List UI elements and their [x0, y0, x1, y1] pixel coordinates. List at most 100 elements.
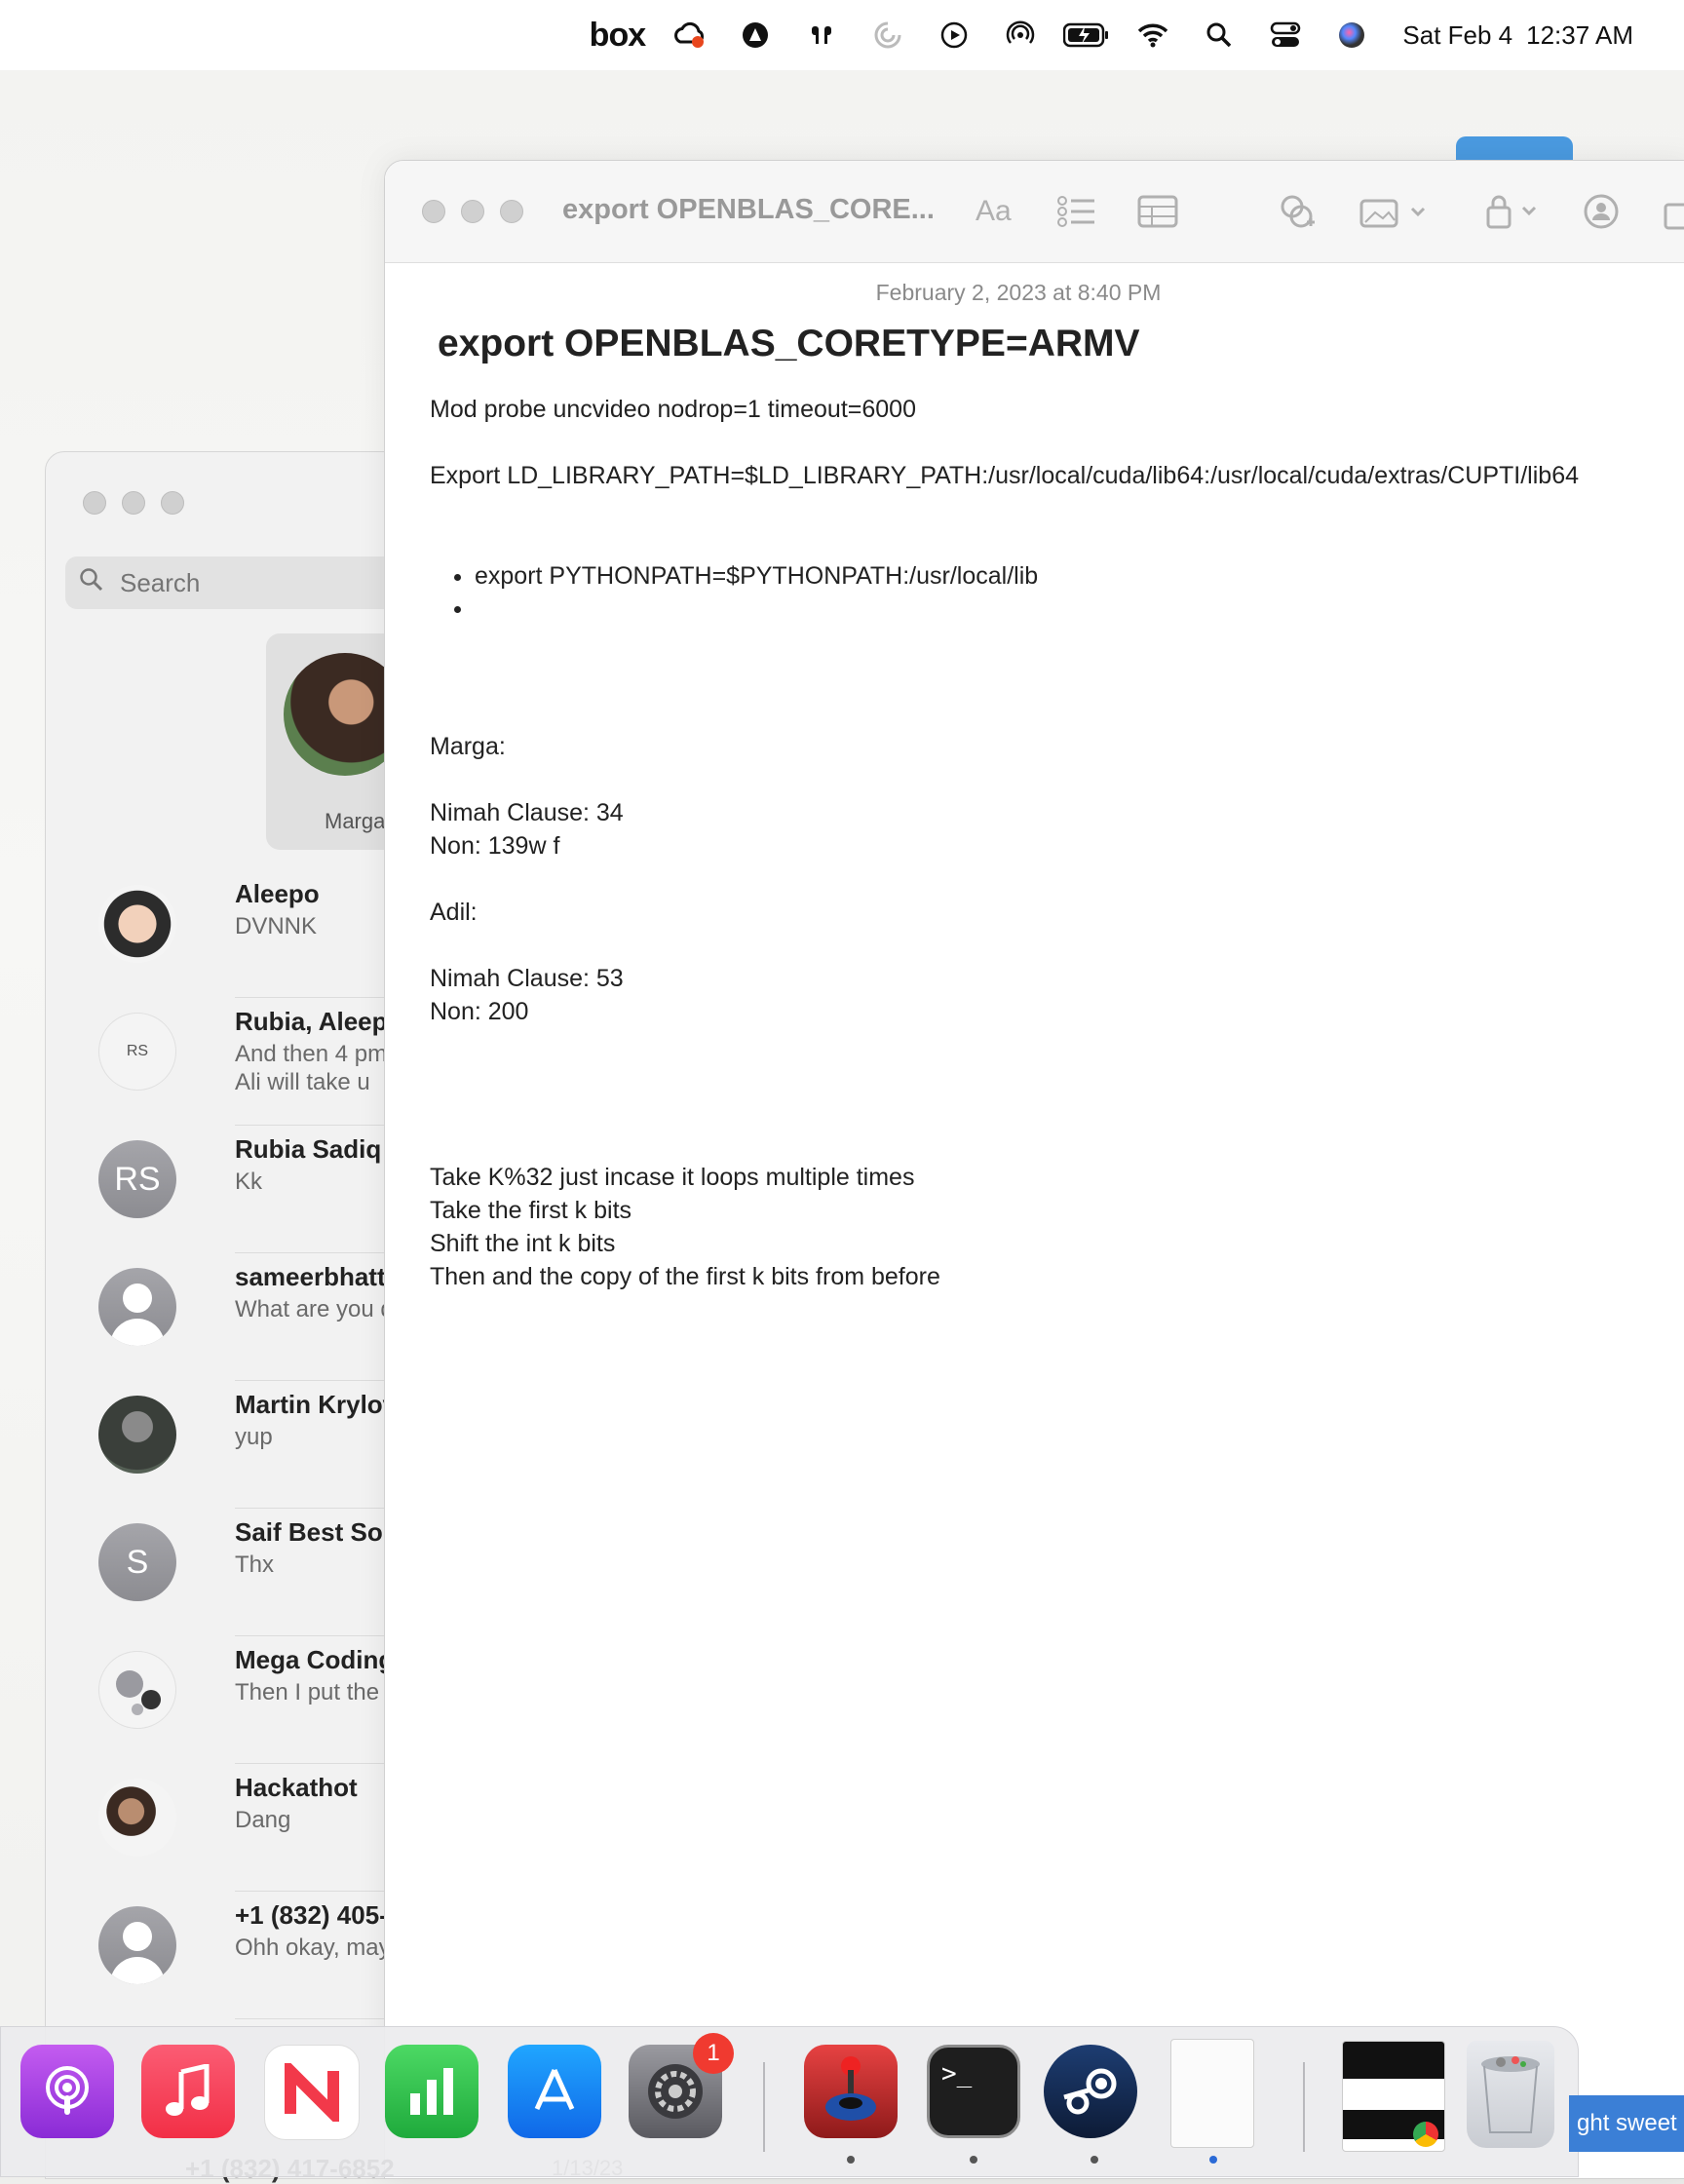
battery-icon[interactable]	[1053, 0, 1120, 70]
box-menu-item[interactable]: box	[578, 0, 656, 70]
format-text-button[interactable]: Aa	[976, 186, 1012, 237]
note-line: Take K%32 just incase it loops multiple …	[430, 1164, 915, 1191]
avatar: RS	[98, 1140, 176, 1218]
group-avatar-initials: RS	[126, 1043, 149, 1059]
siri-icon[interactable]	[1319, 0, 1385, 70]
note-line: Shift the int k bits	[430, 1230, 616, 1257]
note-heading: export OPENBLAS_CORETYPE=ARMV	[438, 323, 1140, 364]
music-app-icon[interactable]	[141, 2045, 235, 2138]
minimize-button[interactable]	[461, 200, 484, 223]
system-settings-icon[interactable]: 1	[629, 2033, 734, 2138]
media-icon[interactable]	[1359, 186, 1428, 237]
note-editor[interactable]: export OPENBLAS_CORETYPE=ARMV Mod probe …	[430, 317, 1658, 1293]
airpods-icon[interactable]	[788, 0, 855, 70]
dock-divider	[763, 2062, 765, 2152]
conversation-preview: Thx	[235, 1552, 275, 1578]
person-icon	[98, 1268, 176, 1346]
note-line: Marga:	[430, 733, 506, 760]
conversation-name: Martin Krylov	[235, 1390, 398, 1419]
menu-bar-clock[interactable]: Sat Feb 4 12:37 AM	[1402, 20, 1633, 51]
note-date: February 2, 2023 at 8:40 PM	[875, 280, 1162, 305]
control-center-icon[interactable]	[1252, 0, 1319, 70]
zoom-button[interactable]	[161, 491, 184, 515]
lock-icon[interactable]	[1484, 186, 1543, 237]
podcasts-app-icon[interactable]	[20, 2045, 114, 2138]
note-line: Export LD_LIBRARY_PATH=$LD_LIBRARY_PATH:…	[430, 462, 1580, 489]
sketch-icon[interactable]	[722, 0, 788, 70]
note-line: Then and the copy of the first k bits fr…	[430, 1263, 940, 1290]
airdrop-icon[interactable]	[987, 0, 1053, 70]
notes-toolbar: export OPENBLAS_CORE... Aa	[385, 161, 1684, 263]
play-icon[interactable]	[921, 0, 987, 70]
conversation-preview: yup	[235, 1424, 273, 1450]
loading-icon[interactable]	[855, 0, 921, 70]
group-avatar	[98, 1779, 176, 1857]
joystick-app-icon[interactable]	[804, 2045, 898, 2138]
conversation-name: Rubia Sadiq	[235, 1134, 382, 1164]
group-avatar	[98, 1651, 176, 1729]
wifi-icon[interactable]	[1120, 0, 1186, 70]
menu-bar-time: 12:37 AM	[1526, 19, 1633, 50]
search-icon	[65, 567, 118, 599]
table-icon[interactable]	[1137, 186, 1178, 237]
note-line: Adil:	[430, 899, 478, 926]
share-collaborate-icon[interactable]	[1582, 186, 1621, 237]
notes-window: export OPENBLAS_CORE... Aa February 2, 2…	[384, 160, 1684, 2179]
window-peek[interactable]: ght sweet	[1569, 2095, 1684, 2152]
numbers-app-icon[interactable]	[385, 2045, 478, 2138]
collaborate-link-icon[interactable]	[1278, 186, 1317, 237]
close-button[interactable]	[422, 200, 445, 223]
trash-icon[interactable]	[1467, 2041, 1554, 2148]
conversation-name: Hackathot	[235, 1773, 358, 1802]
app-store-icon[interactable]	[508, 2045, 601, 2138]
note-line: Nimah Clause: 34	[430, 799, 624, 826]
news-app-icon[interactable]	[264, 2045, 360, 2140]
note-line: Non: 139w f	[430, 832, 560, 860]
share-icon[interactable]	[1662, 186, 1684, 237]
spotlight-search-icon[interactable]	[1186, 0, 1252, 70]
person-icon	[98, 1906, 176, 1984]
notes-window-controls	[422, 200, 523, 223]
conversation-preview: Kk	[235, 1169, 263, 1195]
terminal-app-icon[interactable]: >_	[927, 2045, 1020, 2138]
bullet-list: export PYTHONPATH=$PYTHONPATH:/usr/local…	[430, 560, 1658, 625]
chrome-icon	[1413, 2122, 1438, 2147]
conversation-name: Saif Best Son	[235, 1517, 399, 1547]
bullet-item: export PYTHONPATH=$PYTHONPATH:/usr/local…	[475, 560, 1658, 593]
group-avatar: RS	[98, 1013, 176, 1091]
conversation-name: Aleepo	[235, 879, 320, 908]
dock: 1 >_	[0, 2026, 1579, 2177]
note-line: Nimah Clause: 53	[430, 965, 624, 992]
menu-bar-date: Sat Feb 4	[1402, 19, 1513, 50]
close-button[interactable]	[83, 491, 106, 515]
steam-app-icon[interactable]	[1044, 2045, 1137, 2138]
dock-divider	[1303, 2062, 1305, 2152]
chrome-window-thumbnail[interactable]	[1342, 2041, 1445, 2152]
running-indicator	[1209, 2156, 1217, 2164]
notification-badge: 1	[693, 2033, 734, 2074]
window-thumbnail-body	[1343, 2079, 1444, 2088]
running-indicator	[1091, 2156, 1098, 2164]
zoom-button[interactable]	[500, 200, 523, 223]
document-icon[interactable]	[1170, 2039, 1254, 2148]
pinned-contact-name: Marga	[325, 809, 386, 833]
creative-cloud-icon[interactable]	[656, 0, 722, 70]
checklist-icon[interactable]	[1057, 186, 1096, 237]
messages-window-controls	[83, 491, 184, 515]
note-line: Mod probe uncvideo nodrop=1 timeout=6000	[430, 396, 916, 423]
avatar	[98, 1396, 176, 1474]
running-indicator	[847, 2156, 855, 2164]
minimize-button[interactable]	[122, 491, 145, 515]
bullet-item	[475, 593, 1658, 625]
menu-bar: box Sat Feb 4 12:37 AM	[0, 0, 1684, 70]
